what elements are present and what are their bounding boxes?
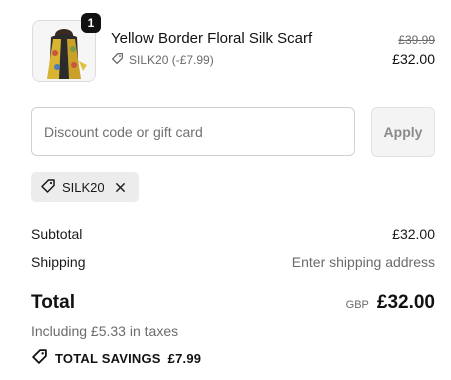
tag-icon (31, 348, 48, 368)
total-value: GBP £32.00 (346, 292, 435, 314)
applied-discount-chip: SILK20 (31, 172, 139, 202)
item-discount-label: SILK20 (-£7.99) (129, 53, 214, 67)
quantity-badge: 1 (81, 13, 101, 33)
item-price: £32.00 (392, 51, 435, 67)
apply-button[interactable]: Apply (371, 107, 435, 157)
discount-code-input[interactable] (31, 107, 355, 156)
product-name: Yellow Border Floral Silk Scarf (111, 30, 313, 47)
subtotal-value: £32.00 (392, 226, 435, 242)
total-amount: £32.00 (376, 292, 435, 313)
savings-value: £7.99 (167, 350, 202, 366)
original-price: £39.99 (398, 33, 435, 47)
tag-icon (40, 178, 56, 197)
applied-code-label: SILK20 (62, 179, 105, 195)
savings-label: TOTAL SAVINGS (55, 350, 161, 366)
item-discount: SILK20 (-£7.99) (111, 52, 214, 68)
total-label: Total (31, 292, 75, 313)
subtotal-label: Subtotal (31, 226, 83, 242)
tag-icon (111, 52, 124, 68)
currency-code: GBP (345, 299, 369, 311)
shipping-value: Enter shipping address (291, 254, 435, 270)
shipping-label: Shipping (31, 254, 86, 270)
total-savings: TOTAL SAVINGS £7.99 (31, 348, 201, 368)
taxes-note: Including £5.33 in taxes (31, 323, 179, 339)
close-icon[interactable] (115, 182, 126, 193)
